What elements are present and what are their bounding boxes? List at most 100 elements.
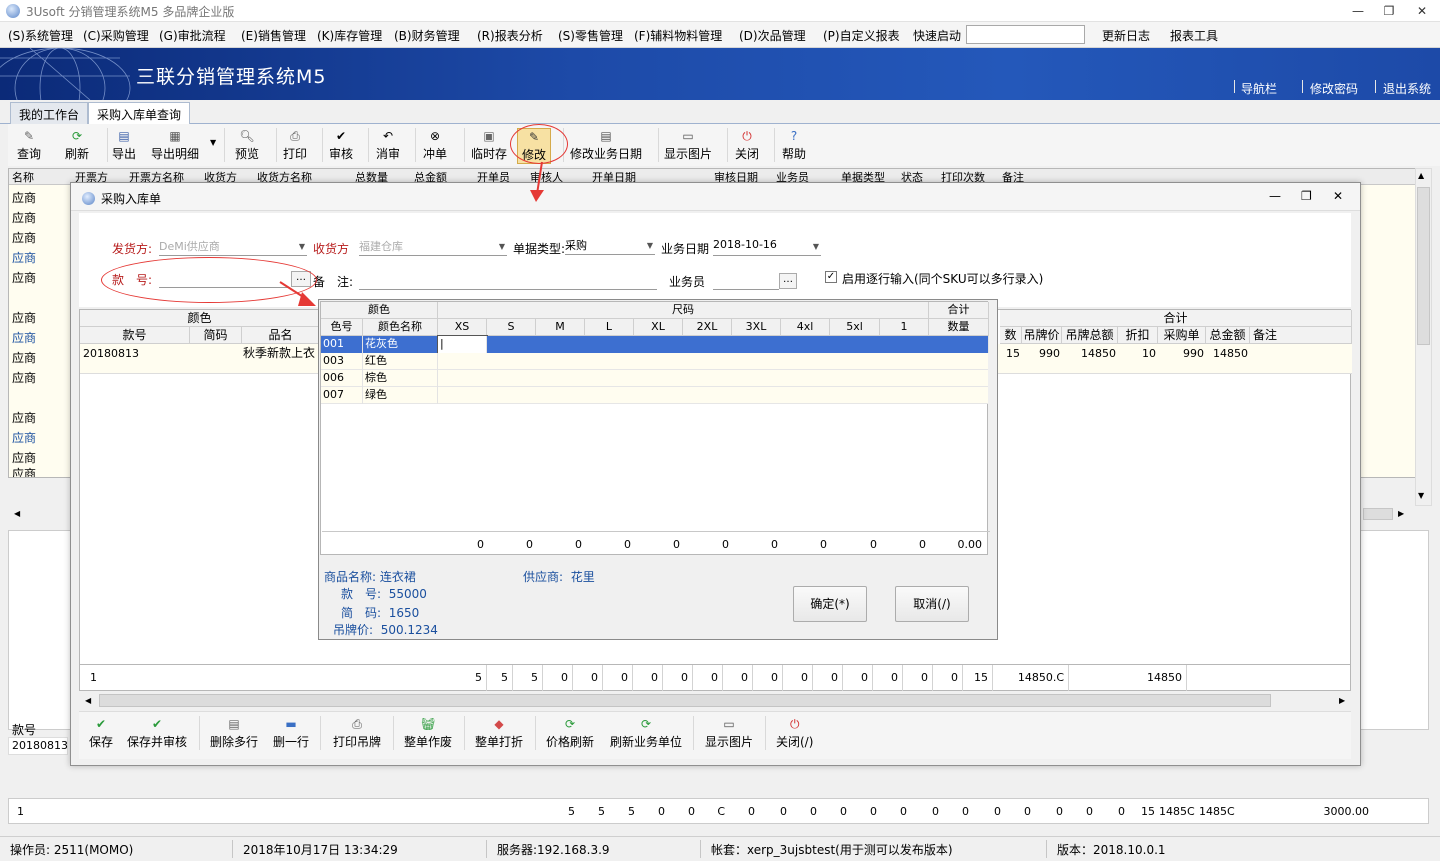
print-button[interactable]: ⎙ 打印 xyxy=(283,128,307,162)
export-button[interactable]: ▤ 导出 xyxy=(112,128,136,162)
list-item[interactable]: 应商 xyxy=(12,369,36,386)
table-row[interactable]: 007 绿色 xyxy=(321,387,988,404)
scroll-right-icon[interactable]: ▶ xyxy=(1398,509,1404,518)
scroll-up-icon[interactable]: ▲ xyxy=(1418,171,1424,180)
print-icon: ⎙ xyxy=(352,717,362,731)
confirm-button[interactable]: 确定(*) xyxy=(793,586,867,622)
reverse-button[interactable]: ⊗ 冲单 xyxy=(423,128,447,162)
sender-combo[interactable]: DeMi供应商 ▼ xyxy=(159,238,307,256)
check-icon: ✔ xyxy=(335,129,347,143)
help-button[interactable]: ? 帮助 xyxy=(782,128,806,162)
scroll-right-icon[interactable]: ▶ xyxy=(1339,696,1345,705)
table-row[interactable]: 003 红色 xyxy=(321,353,988,370)
summary-cell: 0 xyxy=(741,671,748,684)
scroll-thumb[interactable] xyxy=(99,694,1271,707)
save-button[interactable]: ✔ 保存 xyxy=(89,716,113,750)
menu-system[interactable]: (S)系统管理 xyxy=(8,27,73,44)
preview-button[interactable]: 🔍︎ 预览 xyxy=(235,128,259,162)
nav-bar-link[interactable]: 导航栏 xyxy=(1241,80,1277,97)
menu-materials[interactable]: (F)辅料物料管理 xyxy=(634,27,722,44)
row-input-checkbox[interactable]: ✓ xyxy=(825,271,837,283)
logout-link[interactable]: 退出系统 xyxy=(1383,80,1431,97)
dialog-close-button[interactable]: ⏻ 关闭(/) xyxy=(776,716,813,750)
dialog-minimize-icon[interactable]: — xyxy=(1269,189,1281,203)
list-item[interactable]: 应商 xyxy=(12,249,36,266)
tab-purchase-query[interactable]: 采购入库单查询 xyxy=(88,102,191,125)
menu-reports[interactable]: (R)报表分析 xyxy=(477,27,543,44)
doc-type-combo[interactable]: 采购 ▼ xyxy=(565,237,655,255)
summary-cell: 5 xyxy=(531,671,538,684)
menu-inventory[interactable]: (K)库存管理 xyxy=(317,27,382,44)
query-button[interactable]: ✎ 查询 xyxy=(17,128,41,162)
delete-rows-button[interactable]: ▤ 删除多行 xyxy=(210,716,258,750)
remark-input[interactable] xyxy=(359,289,657,290)
row-unit-price: 990 xyxy=(1183,347,1204,360)
menu-changelog[interactable]: 更新日志 xyxy=(1102,27,1150,44)
salesman-browse-button[interactable]: … xyxy=(779,273,797,289)
print-tag-button[interactable]: ⎙ 打印吊牌 xyxy=(333,716,381,750)
save-approve-button[interactable]: ✔ 保存并审核 xyxy=(127,716,187,750)
list-item[interactable]: 应商 xyxy=(12,189,36,206)
dialog-show-image-button[interactable]: ▭ 显示图片 xyxy=(705,716,753,750)
refresh-partner-button[interactable]: ⟳ 刷新业务单位 xyxy=(610,716,682,750)
cancel-button[interactable]: 取消(/) xyxy=(895,586,969,622)
export-detail-button[interactable]: ▦ 导出明细 xyxy=(151,128,199,162)
annotation-arrow-icon xyxy=(279,281,316,306)
menu-retail[interactable]: (S)零售管理 xyxy=(558,27,623,44)
scroll-thumb[interactable] xyxy=(1363,508,1393,520)
sku-color-name: 红色 xyxy=(363,353,438,370)
menu-finance[interactable]: (B)财务管理 xyxy=(394,27,460,44)
list-item[interactable]: 应商 xyxy=(12,409,36,426)
approve-button[interactable]: ✔ 审核 xyxy=(329,128,353,162)
list-item[interactable]: 应商 xyxy=(12,209,36,226)
tab-workbench[interactable]: 我的工作台 xyxy=(10,102,89,124)
menu-defective[interactable]: (D)次品管理 xyxy=(739,27,806,44)
show-image-button[interactable]: ▭ 显示图片 xyxy=(664,128,712,162)
list-item[interactable]: 应商 xyxy=(12,465,36,477)
unapprove-button[interactable]: ↶ 消审 xyxy=(376,128,400,162)
scroll-down-icon[interactable]: ▼ xyxy=(1418,491,1424,500)
discount-button[interactable]: ◆ 整单打折 xyxy=(475,716,523,750)
restore-icon[interactable]: ❐ xyxy=(1377,2,1401,20)
change-password-link[interactable]: 修改密码 xyxy=(1310,80,1358,97)
scroll-thumb[interactable] xyxy=(1417,187,1430,345)
list-item[interactable]: 应商 xyxy=(12,309,36,326)
dialog-restore-icon[interactable]: ❐ xyxy=(1301,189,1312,203)
temp-save-button[interactable]: ▣ 临时存 xyxy=(471,128,507,162)
dialog-close-icon[interactable]: ✕ xyxy=(1333,189,1343,203)
refresh-button[interactable]: ⟳ 刷新 xyxy=(65,128,89,162)
close-button[interactable]: ⏻ 关闭 xyxy=(735,128,759,162)
export-dropdown-icon[interactable]: ▼ xyxy=(210,138,216,147)
menu-approval[interactable]: (G)审批流程 xyxy=(159,27,226,44)
row-input-label: 启用逐行输入(同个SKU可以多行录入) xyxy=(842,272,1044,286)
list-item[interactable]: 应商 xyxy=(12,229,36,246)
list-item[interactable]: 应商 xyxy=(12,269,36,286)
detail-style-no-cell[interactable]: 20180813 xyxy=(8,737,68,755)
scroll-left-icon[interactable]: ◀ xyxy=(85,696,91,705)
list-item[interactable]: 应商 xyxy=(12,449,36,466)
menu-report-tools[interactable]: 报表工具 xyxy=(1170,27,1218,44)
price-refresh-button[interactable]: ⟳ 价格刷新 xyxy=(546,716,594,750)
dialog-toolbar: ✔ 保存 ✔ 保存并审核 ▤ 删除多行 ▬ 删一行 ⎙ 打印吊牌 🧺︎ 整单作废 ◆ 整单打折… xyxy=(79,711,1351,759)
menu-custom-reports[interactable]: (P)自定义报表 xyxy=(823,27,900,44)
quick-start-input[interactable] xyxy=(966,25,1085,44)
minimize-icon[interactable]: — xyxy=(1346,2,1370,20)
list-item[interactable]: 应商 xyxy=(12,329,36,346)
menu-sales[interactable]: (E)销售管理 xyxy=(241,27,306,44)
table-row[interactable]: 001 花灰色 | xyxy=(321,335,989,354)
biz-date-picker[interactable]: 2018-10-16 ▼ xyxy=(713,238,821,256)
dialog-horizontal-scrollbar[interactable]: ◀ ▶ xyxy=(79,692,1351,710)
list-vertical-scrollbar[interactable]: ▲ ▼ xyxy=(1415,168,1432,506)
menu-purchase[interactable]: (C)采购管理 xyxy=(83,27,149,44)
list-item[interactable]: 应商 xyxy=(12,429,36,446)
receiver-combo[interactable]: 福建仓库 ▼ xyxy=(359,238,507,256)
modify-date-button[interactable]: ▤ 修改业务日期 xyxy=(570,128,642,162)
sku-qty-input[interactable]: | xyxy=(437,335,488,354)
void-button[interactable]: 🧺︎ 整单作废 xyxy=(404,716,452,750)
salesman-input[interactable] xyxy=(713,289,779,290)
close-window-icon[interactable]: ✕ xyxy=(1410,2,1434,20)
table-row[interactable]: 006 棕色 xyxy=(321,370,988,387)
delete-row-button[interactable]: ▬ 删一行 xyxy=(273,716,309,750)
list-item[interactable]: 应商 xyxy=(12,349,36,366)
scroll-left-icon[interactable]: ◀ xyxy=(14,509,20,518)
